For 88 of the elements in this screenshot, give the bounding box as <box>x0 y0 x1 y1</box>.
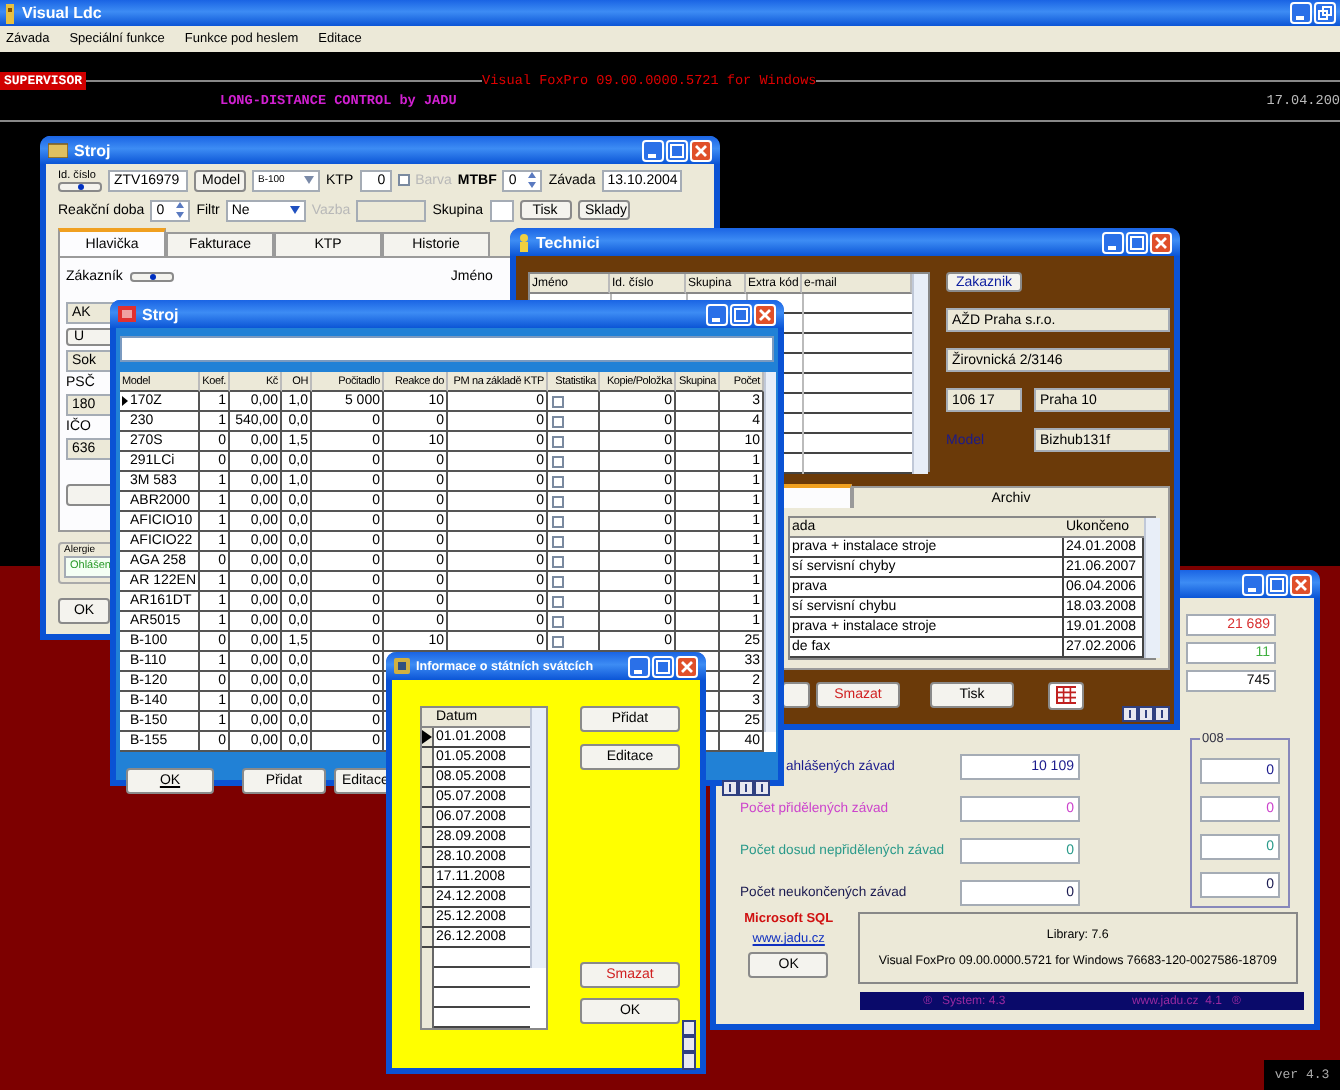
table-cell <box>676 452 720 472</box>
checkbox[interactable] <box>552 515 564 527</box>
table-cell <box>676 392 720 412</box>
table-cell <box>676 432 720 452</box>
action-button[interactable] <box>782 682 810 708</box>
grid-icon <box>1056 686 1076 704</box>
checkbox[interactable] <box>552 555 564 567</box>
row-pointer-icon <box>122 396 128 406</box>
minimize-button[interactable] <box>628 655 650 677</box>
restore-icon <box>1318 6 1332 20</box>
close-button[interactable] <box>690 139 712 161</box>
table-cell <box>676 472 720 492</box>
table-cell <box>676 532 720 552</box>
minimize-button[interactable] <box>642 139 664 161</box>
navigation-icons-drawing[interactable] <box>1122 706 1170 722</box>
close-button[interactable] <box>1290 573 1312 595</box>
table-cell <box>676 572 720 592</box>
window-title: Technici <box>536 233 600 251</box>
minimize-button[interactable] <box>1242 573 1264 595</box>
checkbox[interactable] <box>552 455 564 467</box>
spinner-arrows-icon <box>528 172 537 188</box>
spinner-arrows-icon <box>176 202 185 218</box>
grid-button[interactable] <box>1048 681 1084 709</box>
table-cell <box>676 592 720 612</box>
app-icon <box>394 658 410 674</box>
restore-button[interactable] <box>1314 2 1336 24</box>
close-button[interactable] <box>1150 231 1172 253</box>
app-icon <box>4 3 16 23</box>
checkbox[interactable] <box>552 635 564 647</box>
maximize-icon <box>670 143 684 157</box>
caret-icon <box>289 206 300 214</box>
maximize-button[interactable] <box>730 303 752 325</box>
navigation-icons-drawing[interactable] <box>682 1020 696 1070</box>
side-button[interactable] <box>66 484 114 506</box>
row-pointer-icon <box>422 730 432 744</box>
navigation-icons-drawing[interactable] <box>722 779 770 795</box>
window-title: Visual Ldc <box>22 4 102 22</box>
folder-icon <box>48 142 68 158</box>
checkbox[interactable] <box>552 495 564 507</box>
lookup-button[interactable] <box>130 271 175 281</box>
close-icon <box>694 143 708 157</box>
window-title: Stroj <box>74 141 111 159</box>
tab[interactable] <box>782 484 852 508</box>
scrollbar[interactable] <box>912 274 928 474</box>
close-button[interactable] <box>754 303 776 325</box>
table-cell <box>676 612 720 632</box>
minimize-button[interactable] <box>1102 231 1124 253</box>
close-icon <box>1294 577 1308 591</box>
table-cell <box>676 412 720 432</box>
close-button[interactable] <box>676 655 698 677</box>
window-title: Stroj <box>142 305 179 323</box>
maximize-button[interactable] <box>666 139 688 161</box>
scrollbar[interactable] <box>530 708 546 968</box>
dot-icon <box>77 183 83 189</box>
checkbox[interactable] <box>552 615 564 627</box>
caret-icon <box>304 176 314 184</box>
scrollbar[interactable] <box>764 372 776 732</box>
checkbox[interactable] <box>552 575 564 587</box>
lookup-button[interactable] <box>58 181 102 191</box>
app-icon <box>118 306 136 322</box>
maximize-button[interactable] <box>652 655 674 677</box>
checkbox[interactable] <box>552 395 564 407</box>
checkbox[interactable] <box>552 475 564 487</box>
maximize-icon <box>1270 577 1284 591</box>
maximize-icon <box>734 307 748 321</box>
table-cell <box>676 552 720 572</box>
group-field[interactable] <box>489 199 514 221</box>
close-icon <box>1154 235 1168 249</box>
checkbox[interactable] <box>397 174 410 186</box>
dot-icon <box>149 273 156 279</box>
minimize-button[interactable] <box>1290 2 1312 24</box>
checkbox[interactable] <box>552 415 564 427</box>
maximize-button[interactable] <box>1126 231 1148 253</box>
maximize-button[interactable] <box>1266 573 1288 595</box>
checkbox[interactable] <box>552 435 564 447</box>
close-icon <box>758 307 772 321</box>
search-field[interactable] <box>120 336 774 362</box>
person-icon <box>518 233 530 251</box>
checkbox[interactable] <box>552 535 564 547</box>
checkbox[interactable] <box>552 595 564 607</box>
maximize-icon <box>1130 235 1144 249</box>
table-cell <box>676 492 720 512</box>
maximize-icon <box>656 659 670 673</box>
empty-rows <box>422 948 530 1028</box>
scrollbar[interactable] <box>1144 518 1160 658</box>
close-icon <box>680 659 694 673</box>
minimize-button[interactable] <box>706 303 728 325</box>
table-cell <box>676 512 720 532</box>
